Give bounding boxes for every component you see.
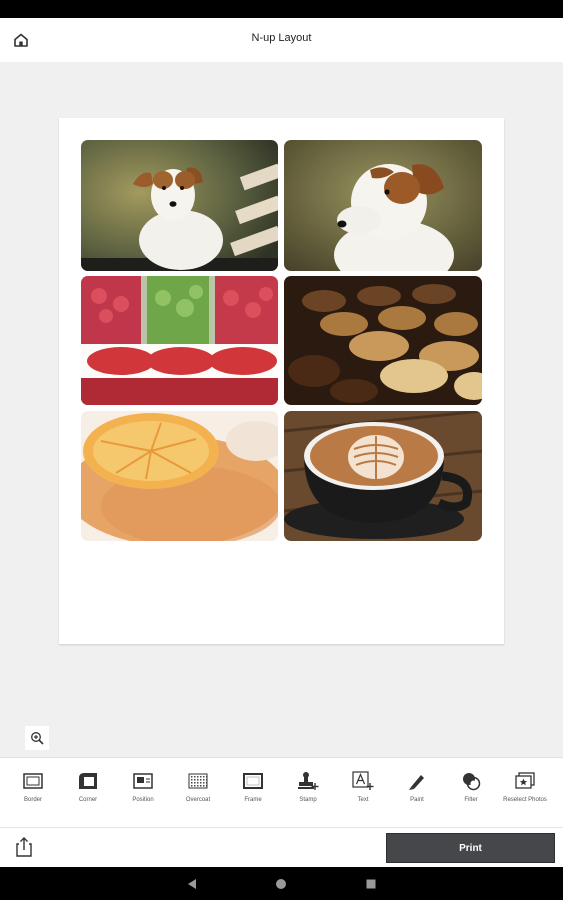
paper-preview [59, 118, 504, 644]
paint-icon [406, 770, 428, 792]
photo-citrus-pastry[interactable] [81, 411, 278, 541]
corner-icon [77, 770, 99, 792]
tool-label: Text [357, 797, 369, 803]
bottom-action-bar: Print [0, 827, 563, 868]
tool-label: Position [132, 797, 154, 803]
zoom-in-icon [31, 732, 44, 745]
zoom-button[interactable] [25, 726, 49, 750]
tool-label: Paint [410, 797, 424, 803]
tool-frame[interactable]: Frame [226, 770, 280, 826]
border-icon [22, 770, 44, 792]
photo-latte-art[interactable] [284, 411, 482, 541]
photo-candy-jars[interactable] [81, 276, 278, 405]
nav-back-button[interactable] [183, 875, 201, 893]
share-button[interactable] [12, 834, 36, 860]
status-bar [0, 0, 563, 18]
tool-stamp[interactable]: Stamp [281, 770, 335, 826]
tool-filter[interactable]: Filter [444, 770, 498, 826]
back-triangle-icon [188, 879, 196, 889]
photo-dog-on-bench[interactable] [81, 140, 278, 271]
tool-text[interactable]: Text [336, 770, 390, 826]
tool-paint[interactable]: Paint [390, 770, 444, 826]
app-bar: N-up Layout [0, 18, 563, 62]
filter-icon [460, 770, 482, 792]
tool-label: Overcoat [185, 797, 211, 803]
frame-icon [242, 770, 264, 792]
tool-label: Corner [78, 797, 98, 803]
tool-label: Filter [464, 797, 478, 803]
edit-toolbar: Border Corner Position Overcoat Frame St [0, 757, 563, 828]
text-icon [352, 770, 374, 792]
nav-recents-button[interactable] [362, 875, 380, 893]
tool-position[interactable]: Position [116, 770, 170, 826]
overcoat-icon [187, 770, 209, 792]
print-button[interactable]: Print [386, 833, 555, 863]
tool-reselect-photos[interactable]: Reselect Photos [498, 770, 552, 826]
share-icon [16, 837, 32, 857]
photo-dog-portrait[interactable] [284, 140, 482, 271]
position-icon [132, 770, 154, 792]
tool-overcoat[interactable]: Overcoat [171, 770, 225, 826]
reselect-photos-icon [514, 770, 536, 792]
tool-label: Reselect Photos [503, 797, 547, 803]
home-circle-icon [276, 879, 286, 889]
preview-canvas [0, 62, 563, 757]
recents-square-icon [366, 879, 376, 889]
photo-grid [81, 140, 482, 542]
tool-label: Frame [244, 797, 262, 803]
tool-label: Border [23, 797, 42, 803]
tool-border[interactable]: Border [6, 770, 60, 826]
page-title: N-up Layout [251, 32, 312, 44]
tool-label: Stamp [299, 797, 317, 803]
tool-corner[interactable]: Corner [61, 770, 115, 826]
system-nav-bar [0, 867, 563, 900]
stamp-icon [297, 770, 319, 792]
nav-home-button[interactable] [272, 875, 290, 893]
photo-tarts[interactable] [284, 276, 482, 405]
